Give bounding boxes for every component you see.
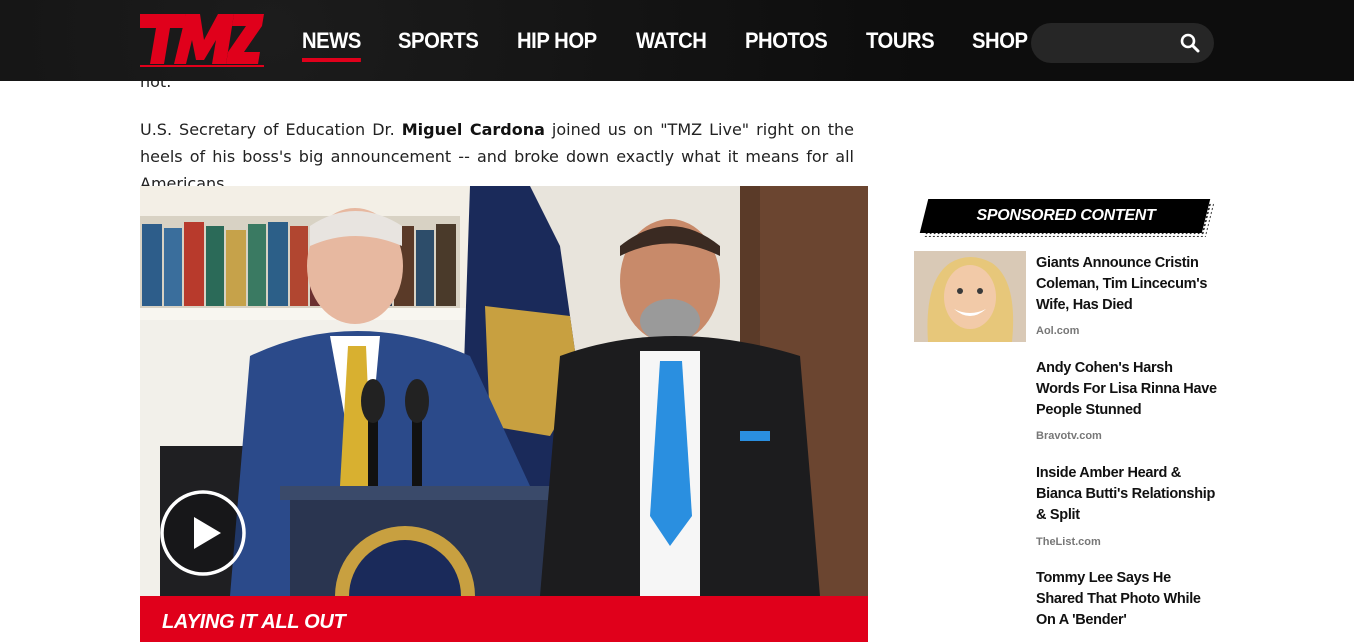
play-icon — [160, 490, 246, 576]
sponsored-item[interactable]: Tommy Lee Says He Shared That Photo Whil… — [914, 568, 1214, 642]
sponsored-source: Bravotv.com — [1036, 430, 1102, 442]
main-nav: NEWS SPORTS HIP HOP WATCH PHOTOS TOURS S… — [302, 0, 1065, 81]
play-button[interactable] — [159, 489, 247, 577]
nav-watch[interactable]: WATCH — [636, 28, 707, 54]
sponsored-heading-text: SPONSORED CONTENT — [976, 207, 1156, 224]
sponsored-title[interactable]: Inside Amber Heard & Bianca Butti's Rela… — [1036, 463, 1218, 526]
sponsored-thumbnail[interactable] — [914, 251, 1026, 342]
nav-tours[interactable]: TOURS — [866, 28, 935, 54]
sponsored-item[interactable]: Inside Amber Heard & Bianca Butti's Rela… — [914, 463, 1215, 553]
video-thumbnail — [140, 186, 868, 596]
sponsored-title[interactable]: Giants Announce Cristin Coleman, Tim Lin… — [1036, 253, 1218, 316]
nav-sports[interactable]: SPORTS — [398, 28, 479, 54]
nav-news[interactable]: NEWS — [302, 28, 361, 62]
video-player[interactable] — [140, 186, 868, 596]
sponsored-source: TheList.com — [1036, 536, 1101, 548]
article-paragraph: U.S. Secretary of Education Dr. Miguel C… — [140, 116, 854, 197]
sponsored-item[interactable]: Andy Cohen's Harsh Words For Lisa Rinna … — [914, 358, 1217, 448]
tmz-logo[interactable] — [140, 12, 265, 68]
paragraph-lead: U.S. Secretary of Education Dr. — [140, 120, 402, 139]
search-box — [1031, 23, 1214, 63]
video-caption: LAYING IT ALL OUT — [162, 611, 346, 633]
search-input[interactable] — [1047, 31, 1177, 55]
nav-hip-hop[interactable]: HIP HOP — [517, 28, 597, 54]
sponsored-title[interactable]: Tommy Lee Says He Shared That Photo Whil… — [1036, 568, 1218, 631]
video-caption-bar: LAYING IT ALL OUT — [140, 596, 868, 642]
site-header: NEWS SPORTS HIP HOP WATCH PHOTOS TOURS S… — [0, 0, 1354, 81]
person-name[interactable]: Miguel Cardona — [402, 120, 545, 139]
sponsored-content-heading: SPONSORED CONTENT — [919, 197, 1215, 239]
nav-photos[interactable]: PHOTOS — [745, 28, 828, 54]
sponsored-source: Aol.com — [1036, 325, 1080, 337]
sponsored-title[interactable]: Andy Cohen's Harsh Words For Lisa Rinna … — [1036, 358, 1218, 421]
nav-shop[interactable]: SHOP — [972, 28, 1028, 54]
search-icon[interactable] — [1180, 33, 1200, 53]
sponsored-item[interactable]: Giants Announce Cristin Coleman, Tim Lin… — [914, 251, 1214, 346]
